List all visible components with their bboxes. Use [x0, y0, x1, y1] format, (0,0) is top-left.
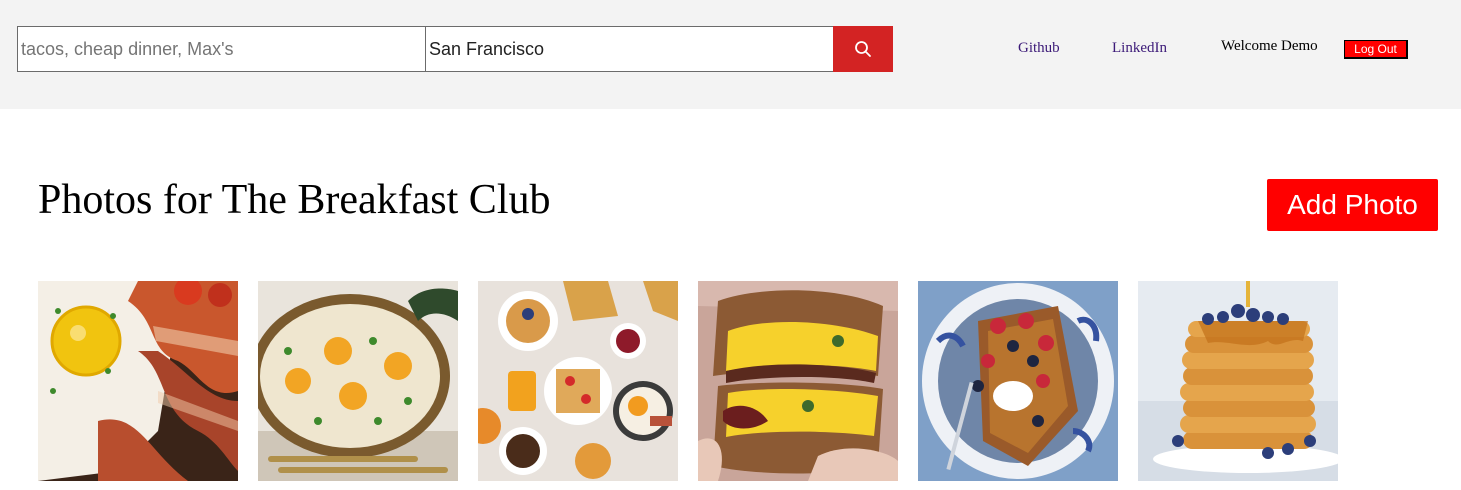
search-icon	[855, 41, 871, 57]
breakfast-spread-image	[478, 281, 678, 481]
search-near-input[interactable]	[425, 26, 834, 72]
pancake-stack-image	[1138, 281, 1338, 481]
page-title: Photos for The Breakfast Club	[38, 177, 551, 223]
baked-eggs-image	[258, 281, 458, 481]
add-photo-button[interactable]: Add Photo	[1267, 179, 1438, 231]
french-toast-image	[918, 281, 1118, 481]
github-link[interactable]: Github	[1018, 40, 1060, 57]
egg-bacon-image	[38, 281, 238, 481]
top-header: Github LinkedIn Welcome Demo Log Out	[0, 0, 1461, 109]
logout-button[interactable]: Log Out	[1344, 40, 1408, 59]
breakfast-sandwich-image	[698, 281, 898, 481]
search-find-input[interactable]	[17, 26, 426, 72]
photo-egg-bacon[interactable]	[38, 281, 238, 481]
photo-pancake-stack[interactable]	[1138, 281, 1338, 481]
photo-baked-eggs[interactable]	[258, 281, 458, 481]
photo-breakfast-sandwich[interactable]	[698, 281, 898, 481]
welcome-text: Welcome Demo	[1221, 38, 1318, 54]
linkedin-link[interactable]: LinkedIn	[1112, 40, 1167, 57]
photo-breakfast-spread[interactable]	[478, 281, 678, 481]
search-button[interactable]	[833, 26, 893, 72]
photo-french-toast[interactable]	[918, 281, 1118, 481]
